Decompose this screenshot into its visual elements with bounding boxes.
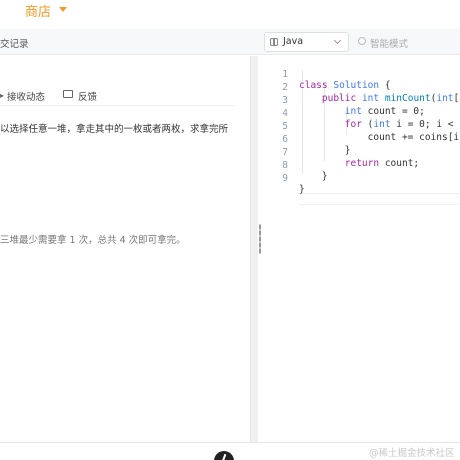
feedback-button[interactable]: 反馈 <box>78 89 97 103</box>
code-line[interactable]: 5 count += coins[i]/ <box>262 110 460 143</box>
editor-toolbar: 交记录 Java 智能模式 <box>0 29 460 55</box>
watermark: @稀土掘金技术社区 <box>369 448 455 459</box>
smart-mode-label[interactable]: 智能模式 <box>370 36 408 50</box>
caret-down-icon[interactable] <box>59 7 67 12</box>
code-text[interactable]: } <box>299 184 305 195</box>
active-line-highlight <box>299 193 459 205</box>
language-select[interactable]: Java <box>264 32 349 52</box>
code-line[interactable]: 7 return count; <box>262 136 460 169</box>
code-line[interactable]: 1 class Solution { <box>262 58 460 91</box>
line-number: 9 <box>282 173 288 184</box>
code-file-icon <box>270 38 278 46</box>
language-value: Java <box>283 36 304 47</box>
code-line[interactable]: 3 int count = 0; <box>262 84 460 117</box>
top-bar: 商店 <box>0 0 460 24</box>
submissions-tab[interactable]: 交记录 <box>0 36 29 50</box>
drag-handle-icon[interactable] <box>259 224 261 254</box>
code-line[interactable]: 6 } <box>262 123 460 156</box>
problem-description: 以选择任意一堆，拿走其中的一枚或者两枚，求拿完所 <box>0 124 229 135</box>
code-editor[interactable]: 1 class Solution { 2 public int minCount… <box>262 56 460 442</box>
smart-mode-toggle[interactable] <box>358 37 366 45</box>
code-line[interactable]: 2 public int minCount(int[] c <box>262 71 460 104</box>
code-line[interactable]: 4 for (int i = 0; i < co <box>262 97 460 130</box>
feedback-icon[interactable] <box>63 90 73 98</box>
bell-icon[interactable]: ▸ <box>0 91 4 100</box>
problem-pane <box>0 56 250 442</box>
code-line[interactable]: 8 } <box>262 149 460 182</box>
example-explanation: 三堆最少需要拿 1 次，总共 4 次即可拿完。 <box>0 235 186 246</box>
code-line[interactable]: 9 } <box>262 162 460 195</box>
receive-updates-button[interactable]: 接收动态 <box>7 89 45 103</box>
pane-splitter[interactable] <box>250 56 258 442</box>
chevron-down-icon <box>333 36 342 45</box>
shop-menu-label[interactable]: 商店 <box>25 1 51 20</box>
